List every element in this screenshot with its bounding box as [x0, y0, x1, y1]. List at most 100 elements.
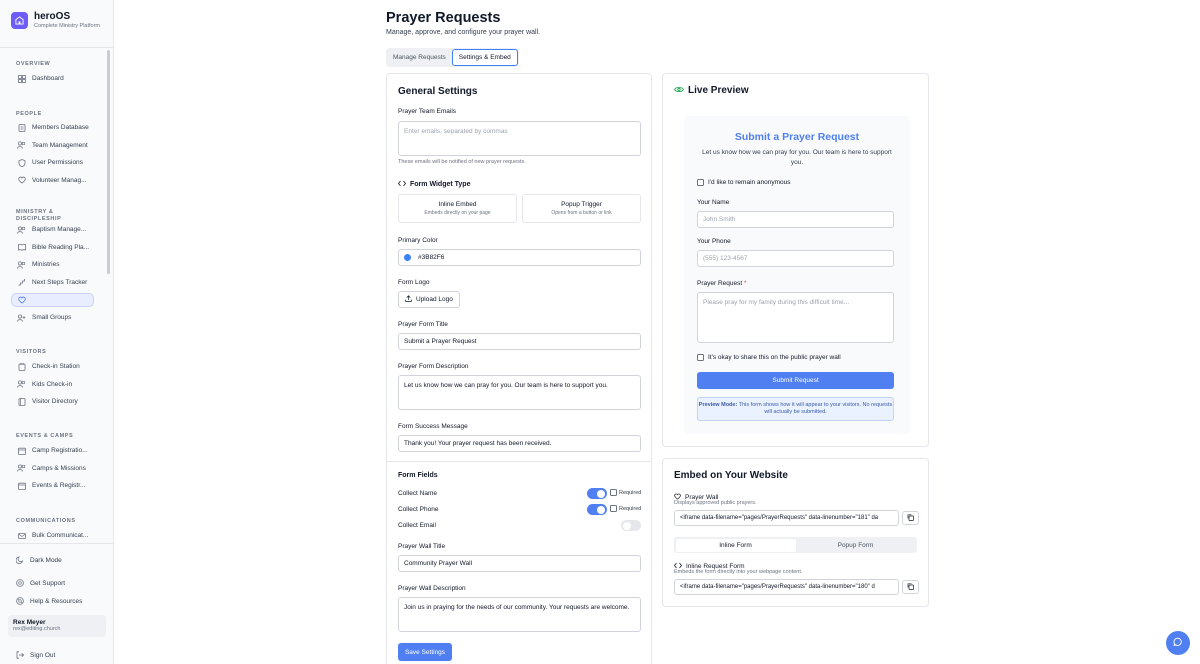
sidebar-item-camps-missions[interactable]: Camps & Missions [0, 460, 86, 478]
help-resources-link[interactable]: Help & Resources [0, 592, 114, 610]
sidebar-item-prayer-requests[interactable]: Prayer Requests [11, 293, 94, 307]
get-support-link[interactable]: Get Support [0, 574, 114, 592]
form-title-input[interactable]: Submit a Prayer Request [398, 333, 641, 350]
sidebar-item-dashboard[interactable]: Dashboard [0, 70, 64, 88]
sidebar-item-next-steps[interactable]: Next Steps Tracker [0, 274, 87, 292]
submit-request-button[interactable]: Submit Request [697, 372, 894, 389]
save-settings-button[interactable]: Save Settings [398, 643, 452, 661]
dark-mode-toggle[interactable]: Dark Mode [0, 551, 114, 569]
anonymous-checkbox[interactable] [697, 179, 704, 186]
sidebar-item-volunteer-management[interactable]: Volunteer Manag... [0, 172, 87, 190]
form-title-label: Prayer Form Title [398, 321, 448, 328]
user-email: rex@editing.church [13, 626, 61, 632]
dark-mode-label: Dark Mode [30, 556, 62, 564]
chat-fab-button[interactable] [1166, 631, 1190, 655]
team-emails-input[interactable]: Enter emails, separated by commas [398, 121, 641, 156]
anonymous-label: I'd like to remain anonymous [708, 179, 791, 186]
user-profile[interactable]: Rex Meyer rex@editing.church [8, 615, 106, 637]
clipboard-icon [17, 362, 26, 371]
collect-phone-toggle[interactable] [587, 504, 607, 515]
moon-icon [15, 556, 24, 565]
copy-wall-code-button[interactable] [902, 511, 919, 525]
tab-settings-embed[interactable]: Settings & Embed [451, 49, 518, 66]
sidebar-item-visitor-directory[interactable]: Visitor Directory [0, 393, 78, 411]
form-description-label: Prayer Form Description [398, 363, 469, 370]
chat-icon [1173, 637, 1183, 650]
sidebar-item-members-database[interactable]: Members Database [0, 119, 89, 137]
preview-form-description: Let us know how we can pray for you. Our… [702, 149, 892, 166]
mail-icon [17, 531, 26, 540]
collect-phone-required[interactable]: Required [610, 505, 641, 512]
section-visitors: VISITORS [16, 349, 47, 355]
required-checkbox[interactable] [610, 489, 617, 496]
upload-logo-label: Upload Logo [416, 296, 453, 303]
wall-description-input[interactable]: Join us in praying for the needs of our … [398, 597, 641, 632]
collect-name-required[interactable]: Required [610, 489, 641, 496]
inline-form-subtitle: Embeds the form directly into your webpa… [674, 569, 803, 575]
tab-manage-requests[interactable]: Manage Requests [387, 49, 452, 66]
required-checkbox[interactable] [610, 505, 617, 512]
inline-form-embed-code[interactable]: <iframe data-filename="pages/PrayerReque… [674, 579, 899, 595]
tab-inline-form[interactable]: Inline Form [675, 538, 796, 552]
sign-out-button[interactable]: Sign Out [0, 646, 114, 664]
eye-icon [674, 84, 684, 96]
sidebar-item-label: Check-in Station [32, 363, 80, 371]
your-name-input[interactable]: John Smith [697, 211, 894, 228]
live-preview-title: Live Preview [688, 84, 749, 96]
share-checkbox[interactable] [697, 354, 704, 361]
popup-trigger-option[interactable]: Popup Trigger Opens from a button or lin… [522, 194, 641, 223]
success-message-input[interactable]: Thank you! Your prayer request has been … [398, 435, 641, 452]
sidebar-item-ministries[interactable]: Ministries [0, 256, 59, 274]
sidebar-item-baptism[interactable]: Baptism Manage... [0, 221, 86, 239]
preview-mode-note: Preview Mode: This form shows how it wil… [697, 397, 894, 421]
preview-mode-text: This form shows how it will appear to yo… [738, 402, 893, 415]
shield-icon [17, 158, 26, 167]
success-message-label: Form Success Message [398, 423, 468, 430]
users-icon [17, 260, 26, 269]
steps-icon [17, 278, 26, 287]
prayer-request-label: Prayer Request [697, 280, 743, 287]
calendar-icon [17, 446, 26, 455]
brand-name: heroOS [34, 11, 71, 22]
prayer-request-input[interactable]: Please pray for my family during this di… [697, 292, 894, 343]
embed-form-tabs: Inline Form Popup Form [674, 537, 917, 553]
copy-icon [907, 581, 914, 593]
collect-email-toggle[interactable] [621, 520, 641, 531]
sidebar-item-label: Visitor Directory [32, 398, 78, 406]
prayer-request-label-wrap: Prayer Request * [697, 280, 747, 287]
upload-logo-button[interactable]: Upload Logo [398, 291, 460, 308]
your-phone-input[interactable]: (555) 123-4567 [697, 250, 894, 267]
your-phone-label: Your Phone [697, 238, 731, 245]
copy-inline-code-button[interactable] [902, 580, 919, 594]
sidebar-item-small-groups[interactable]: Small Groups [0, 309, 71, 327]
collect-email-label: Collect Email [398, 522, 436, 529]
users-icon [17, 380, 26, 389]
section-people: PEOPLE [16, 111, 42, 117]
sidebar-scrollbar[interactable] [107, 50, 110, 274]
sidebar-item-camp-registration[interactable]: Camp Registratio... [0, 442, 88, 460]
anonymous-option[interactable]: I'd like to remain anonymous [697, 179, 791, 186]
tab-popup-form[interactable]: Popup Form [796, 539, 916, 552]
team-emails-label: Prayer Team Emails [398, 108, 457, 115]
sidebar-item-kids-check-in[interactable]: Kids Check-in [0, 376, 72, 394]
database-icon [17, 123, 26, 132]
sidebar-item-label: Kids Check-in [32, 380, 73, 388]
user-name: Rex Meyer [13, 619, 46, 626]
sidebar-item-user-permissions[interactable]: User Permissions [0, 154, 83, 172]
sidebar-item-check-in-station[interactable]: Check-in Station [0, 358, 80, 376]
sidebar-item-team-management[interactable]: Team Management [0, 137, 88, 155]
wall-title-label: Prayer Wall Title [398, 543, 446, 550]
color-swatch[interactable] [404, 254, 411, 261]
inline-embed-option[interactable]: Inline Embed Embeds directly on your pag… [398, 194, 517, 223]
collect-name-toggle[interactable] [587, 488, 607, 499]
sidebar-item-events-registration[interactable]: Events & Registr... [0, 477, 85, 495]
primary-color-input[interactable]: #3B82F6 [398, 249, 641, 266]
lifebuoy-icon [15, 597, 24, 606]
sidebar-item-bulk-communications[interactable]: Bulk Communicat... [0, 527, 88, 543]
form-description-input[interactable]: Let us know how we can pray for you. Our… [398, 375, 641, 410]
brand[interactable]: heroOS Complete Ministry Platform [0, 0, 113, 48]
share-option[interactable]: It's okay to share this on the public pr… [697, 354, 841, 361]
sidebar-item-bible-reading[interactable]: Bible Reading Pla... [0, 239, 89, 257]
prayer-wall-embed-code[interactable]: <iframe data-filename="pages/PrayerReque… [674, 510, 899, 526]
wall-title-input[interactable]: Community Prayer Wall [398, 555, 641, 572]
